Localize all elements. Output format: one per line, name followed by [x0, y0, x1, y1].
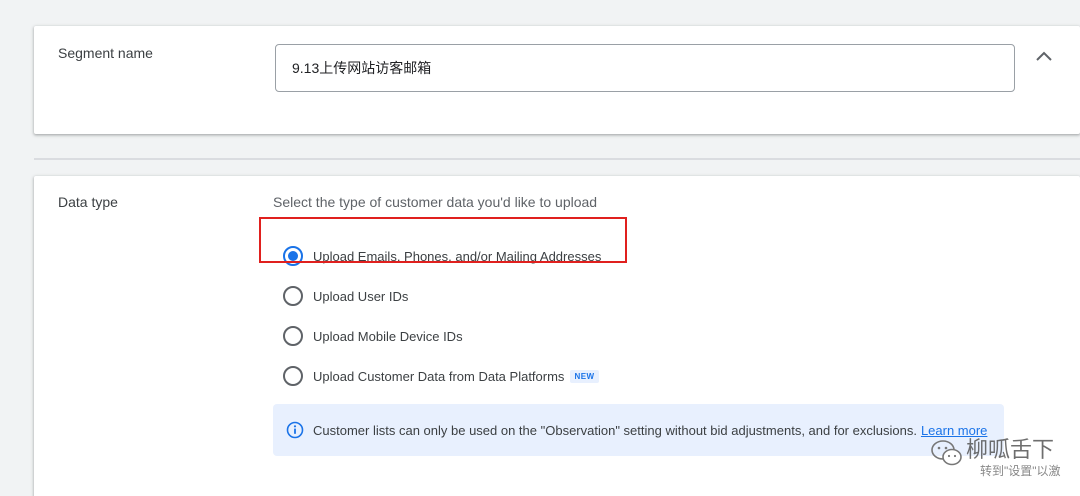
segment-name-card: Segment name [34, 26, 1080, 134]
collapse-button[interactable] [1030, 42, 1058, 70]
segment-name-label: Segment name [58, 45, 153, 61]
option-user-ids[interactable]: Upload User IDs [283, 276, 601, 316]
info-message: Customer lists can only be used on the "… [313, 422, 917, 438]
radio-button[interactable] [283, 366, 303, 386]
data-type-prompt: Select the type of customer data you'd l… [273, 194, 598, 210]
radio-button[interactable] [283, 286, 303, 306]
segment-name-input[interactable] [275, 44, 1015, 92]
learn-more-link[interactable]: Learn more [921, 423, 987, 438]
data-type-options: Upload Emails, Phones, and/or Mailing Ad… [283, 236, 601, 396]
option-label: Upload Mobile Device IDs [313, 328, 463, 344]
chevron-up-icon [1036, 51, 1052, 61]
option-data-platforms[interactable]: Upload Customer Data from Data Platforms… [283, 356, 601, 396]
info-icon [286, 421, 304, 439]
option-label: Upload Customer Data from Data Platforms [313, 368, 565, 384]
option-label: Upload User IDs [313, 288, 409, 304]
option-emails-phones-addresses[interactable]: Upload Emails, Phones, and/or Mailing Ad… [283, 236, 601, 276]
data-type-card: Data type Select the type of customer da… [34, 176, 1080, 496]
option-label: Upload Emails, Phones, and/or Mailing Ad… [313, 248, 602, 264]
info-banner: Customer lists can only be used on the "… [273, 404, 1004, 456]
radio-button[interactable] [283, 326, 303, 346]
data-type-label: Data type [58, 194, 118, 210]
new-badge: NEW [570, 369, 599, 383]
radio-button-selected[interactable] [283, 246, 303, 266]
option-mobile-device-ids[interactable]: Upload Mobile Device IDs [283, 316, 601, 356]
section-divider [34, 158, 1080, 160]
info-text: Customer lists can only be used on the "… [313, 423, 987, 438]
